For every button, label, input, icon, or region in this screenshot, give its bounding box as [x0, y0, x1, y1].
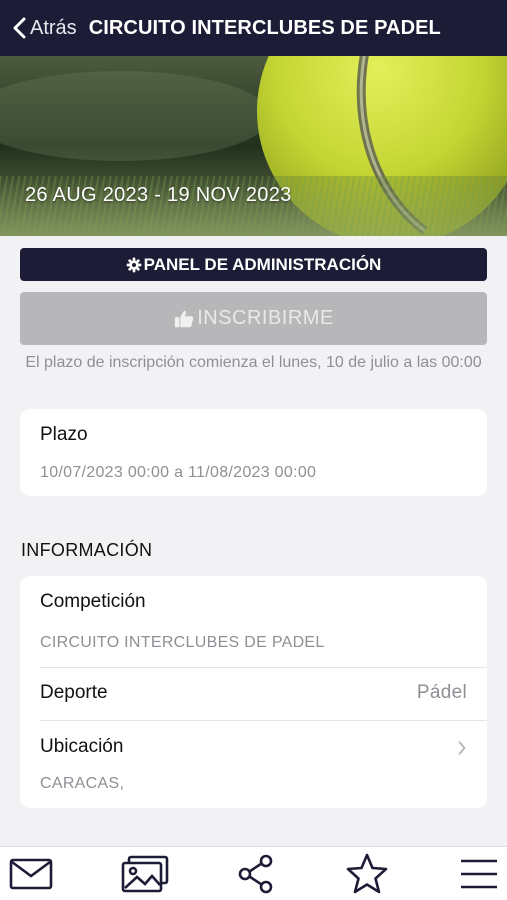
back-label: Atrás — [30, 16, 77, 39]
plazo-title: Plazo — [40, 424, 88, 445]
ubicacion-label: Ubicación — [40, 736, 124, 757]
menu-icon — [461, 859, 497, 889]
tab-share[interactable] — [221, 847, 291, 900]
ubicacion-value: CARACAS, — [40, 775, 125, 792]
signup-button[interactable]: INSCRIBIRME — [20, 292, 487, 345]
chevron-left-icon — [13, 17, 26, 39]
admin-panel-label: PANEL DE ADMINISTRACIÓN — [143, 254, 382, 274]
deporte-label: Deporte — [40, 682, 108, 703]
info-card: Competición CIRCUITO INTERCLUBES DE PADE… — [20, 576, 487, 808]
bottom-tab-bar — [0, 846, 507, 900]
event-dates: 26 AUG 2023 - 19 NOV 2023 — [25, 184, 292, 206]
tab-gallery[interactable] — [110, 847, 180, 900]
chevron-right-icon — [458, 741, 466, 755]
page-title: CIRCUITO INTERCLUBES DE PADEL — [88, 16, 441, 39]
admin-panel-button[interactable]: PANEL DE ADMINISTRACIÓN — [20, 248, 487, 281]
mail-icon — [9, 858, 53, 890]
share-icon — [238, 854, 273, 894]
ubicacion-row[interactable]: Ubicación CARACAS, — [20, 721, 487, 808]
hero-banner: 26 AUG 2023 - 19 NOV 2023 — [0, 56, 507, 236]
gear-icon — [126, 257, 141, 272]
tab-favorite[interactable] — [332, 847, 402, 900]
tab-mail[interactable] — [0, 847, 66, 900]
tab-menu[interactable] — [444, 847, 507, 900]
thumbs-up-icon — [175, 310, 194, 327]
divider — [40, 667, 487, 668]
registration-notice: El plazo de inscripción comienza el lune… — [25, 354, 482, 371]
plazo-value: 10/07/2023 00:00 a 11/08/2023 00:00 — [40, 464, 317, 481]
competicion-value: CIRCUITO INTERCLUBES DE PADEL — [40, 634, 325, 651]
info-section-title: INFORMACIÓN — [21, 540, 153, 560]
plazo-card: Plazo 10/07/2023 00:00 a 11/08/2023 00:0… — [20, 409, 487, 496]
gallery-icon — [121, 855, 169, 893]
signup-label: INSCRIBIRME — [197, 307, 334, 329]
top-navigation-bar: Atrás CIRCUITO INTERCLUBES DE PADEL — [0, 0, 507, 56]
back-button[interactable]: Atrás — [0, 0, 89, 56]
star-icon — [346, 853, 388, 894]
competicion-label: Competición — [40, 591, 146, 612]
deporte-value: Pádel — [416, 682, 467, 703]
